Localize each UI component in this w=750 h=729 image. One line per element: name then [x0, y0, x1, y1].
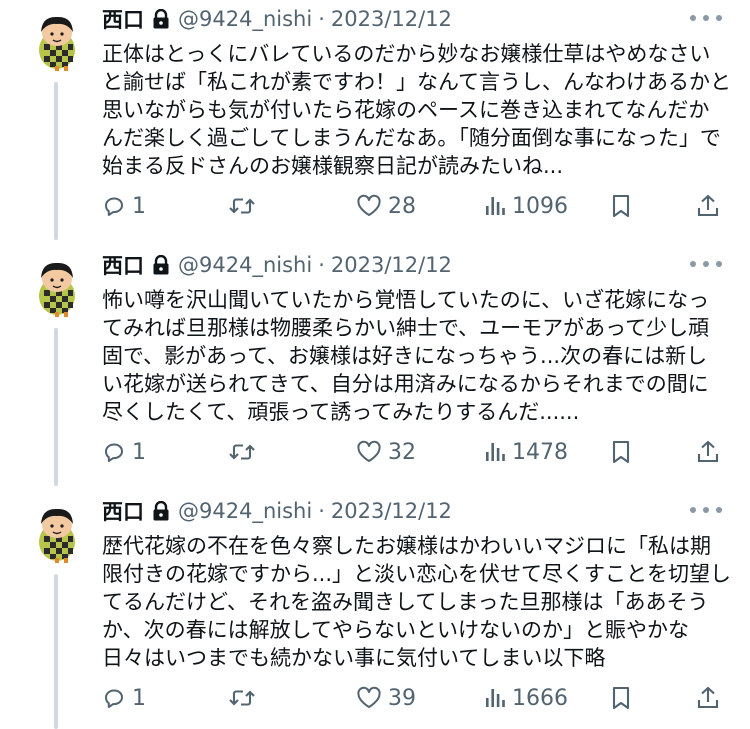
reply-count: 1	[132, 685, 146, 711]
views-count: 1666	[512, 685, 568, 711]
retweet-button[interactable]	[228, 432, 256, 472]
tweet-text-line: てみれば旦那様は物腰柔らかい紳士で、ユーモアがあって少し頑	[102, 316, 710, 340]
avatar[interactable]	[22, 256, 88, 322]
reply-count: 1	[132, 193, 146, 219]
like-button[interactable]: 28	[356, 186, 416, 226]
bookmark-button[interactable]	[610, 432, 632, 472]
reply-icon	[105, 689, 123, 708]
tweet-text-line: 怖い噂を沢山聞いていたから覚悟していたのに、いざ花嫁になっ	[102, 288, 710, 312]
action-bar: 1 28 1096	[102, 186, 732, 226]
more-icon[interactable]	[690, 500, 722, 520]
action-bar: 1 39 1666	[102, 678, 732, 718]
timestamp[interactable]: 2023/12/12	[331, 253, 452, 277]
tweet-text-line: い花嫁が送られてきて、自分は用済みになるからそれまでの間に	[102, 372, 709, 396]
views-icon	[486, 689, 505, 707]
reply-icon	[105, 443, 123, 462]
views-icon	[486, 197, 505, 215]
views-count: 1478	[512, 439, 568, 465]
tweet-text: 正体はとっくにバレているのだから妙なお嬢様仕草はやめなさい と諭せば「私これが素…	[102, 40, 731, 180]
tweet-text-line: 思いながらも気が付いたら花嫁のペースに巻き込まれてなんだか	[102, 98, 710, 122]
views-count: 1096	[512, 193, 568, 219]
like-count: 32	[388, 439, 416, 465]
tweet[interactable]: 西口 @9424_nishi · 2023/12/12 正体はとっくにバレている…	[0, 4, 750, 244]
tweet-text-line: 正体はとっくにバレているのだから妙なお嬢様仕草はやめなさい	[102, 42, 711, 66]
more-icon[interactable]	[690, 254, 722, 274]
tweet[interactable]: 西口 @9424_nishi · 2023/12/12 怖い噂を沢山聞いていたか…	[0, 250, 750, 490]
bookmark-icon	[612, 194, 630, 218]
retweet-button[interactable]	[228, 678, 256, 718]
tweet-text-line: 限付きの花嫁ですから...」と淡い恋心を伏せて尽くすことを切望し	[102, 562, 732, 586]
handle[interactable]: @9424_nishi	[178, 499, 312, 523]
timestamp[interactable]: 2023/12/12	[331, 499, 452, 523]
tweet-header: 西口 @9424_nishi · 2023/12/12	[102, 4, 452, 34]
handle[interactable]: @9424_nishi	[178, 253, 312, 277]
more-icon[interactable]	[690, 8, 722, 28]
bookmark-icon	[612, 440, 630, 464]
lock-icon	[152, 9, 170, 29]
separator: ·	[318, 7, 325, 31]
bookmark-icon	[612, 686, 630, 710]
separator: ·	[318, 499, 325, 523]
tweet-text-line: 固で、影があって、お嬢様は好きになっちゃう...次の春には新し	[102, 344, 708, 368]
display-name[interactable]: 西口	[102, 4, 144, 34]
bookmark-button[interactable]	[610, 186, 632, 226]
retweet-icon	[229, 198, 255, 214]
lock-icon	[152, 255, 170, 275]
lock-icon	[152, 501, 170, 521]
reply-count: 1	[132, 439, 146, 465]
share-button[interactable]	[696, 186, 720, 226]
tweet-text-line: 歴代花嫁の不在を色々察したお嬢様はかわいいマジロに「私は期	[102, 534, 711, 558]
reply-button[interactable]: 1	[102, 186, 146, 226]
avatar[interactable]	[22, 502, 88, 568]
tweet-thread: 西口 @9424_nishi · 2023/12/12 正体はとっくにバレている…	[0, 0, 750, 729]
like-icon	[357, 194, 381, 216]
action-bar: 1 32 1478	[102, 432, 732, 472]
tweet-text-line: 尽くしたくて、頑張って誘ってみたりするんだ......	[102, 400, 580, 424]
timestamp[interactable]: 2023/12/12	[331, 7, 452, 31]
share-icon	[697, 686, 719, 709]
share-button[interactable]	[696, 678, 720, 718]
reply-button[interactable]: 1	[102, 678, 146, 718]
views-button[interactable]: 1096	[484, 186, 568, 226]
tweet-text: 歴代花嫁の不在を色々察したお嬢様はかわいいマジロに「私は期 限付きの花嫁ですから…	[102, 532, 732, 672]
views-icon	[486, 443, 505, 461]
like-icon	[357, 440, 381, 462]
tweet-text-line: てるんだけど、それを盗み聞きしてしまった旦那様は「ああそう	[102, 590, 709, 614]
reply-button[interactable]: 1	[102, 432, 146, 472]
views-button[interactable]: 1666	[484, 678, 568, 718]
views-button[interactable]: 1478	[484, 432, 568, 472]
bookmark-button[interactable]	[610, 678, 632, 718]
retweet-button[interactable]	[228, 186, 256, 226]
like-button[interactable]: 39	[356, 678, 416, 718]
retweet-icon	[229, 690, 255, 706]
tweet-header: 西口 @9424_nishi · 2023/12/12	[102, 496, 452, 526]
tweet-text-line: 始まる反ドさんのお嬢様観察日記が読みたいね...	[102, 154, 564, 178]
like-count: 28	[388, 193, 416, 219]
share-icon	[697, 194, 719, 217]
tweet-text-line: 日々はいつまでも続かない事に気付いてしまい以下略	[102, 646, 606, 670]
tweet-text-line: と諭せば「私これが素ですわ！」なんて言うし、んなわけあるかと	[102, 70, 731, 94]
tweet-text: 怖い噂を沢山聞いていたから覚悟していたのに、いざ花嫁になっ てみれば旦那様は物腰…	[102, 286, 722, 426]
share-button[interactable]	[696, 432, 720, 472]
handle[interactable]: @9424_nishi	[178, 7, 312, 31]
display-name[interactable]: 西口	[102, 250, 144, 280]
tweet-text-line: か、次の春には解放してやらないといけないのか」と賑やかな	[102, 618, 689, 642]
display-name[interactable]: 西口	[102, 496, 144, 526]
tweet-text-line: んだ楽しく過ごしてしまうんだなあ。「随分面倒な事になった」で	[102, 126, 721, 150]
tweet-header: 西口 @9424_nishi · 2023/12/12	[102, 250, 452, 280]
avatar[interactable]	[22, 10, 88, 76]
like-count: 39	[388, 685, 416, 711]
tweet[interactable]: 西口 @9424_nishi · 2023/12/12 歴代花嫁の不在を色々察し…	[0, 496, 750, 729]
separator: ·	[318, 253, 325, 277]
retweet-icon	[229, 444, 255, 460]
like-icon	[357, 686, 381, 708]
like-button[interactable]: 32	[356, 432, 416, 472]
share-icon	[697, 440, 719, 463]
reply-icon	[105, 197, 123, 216]
